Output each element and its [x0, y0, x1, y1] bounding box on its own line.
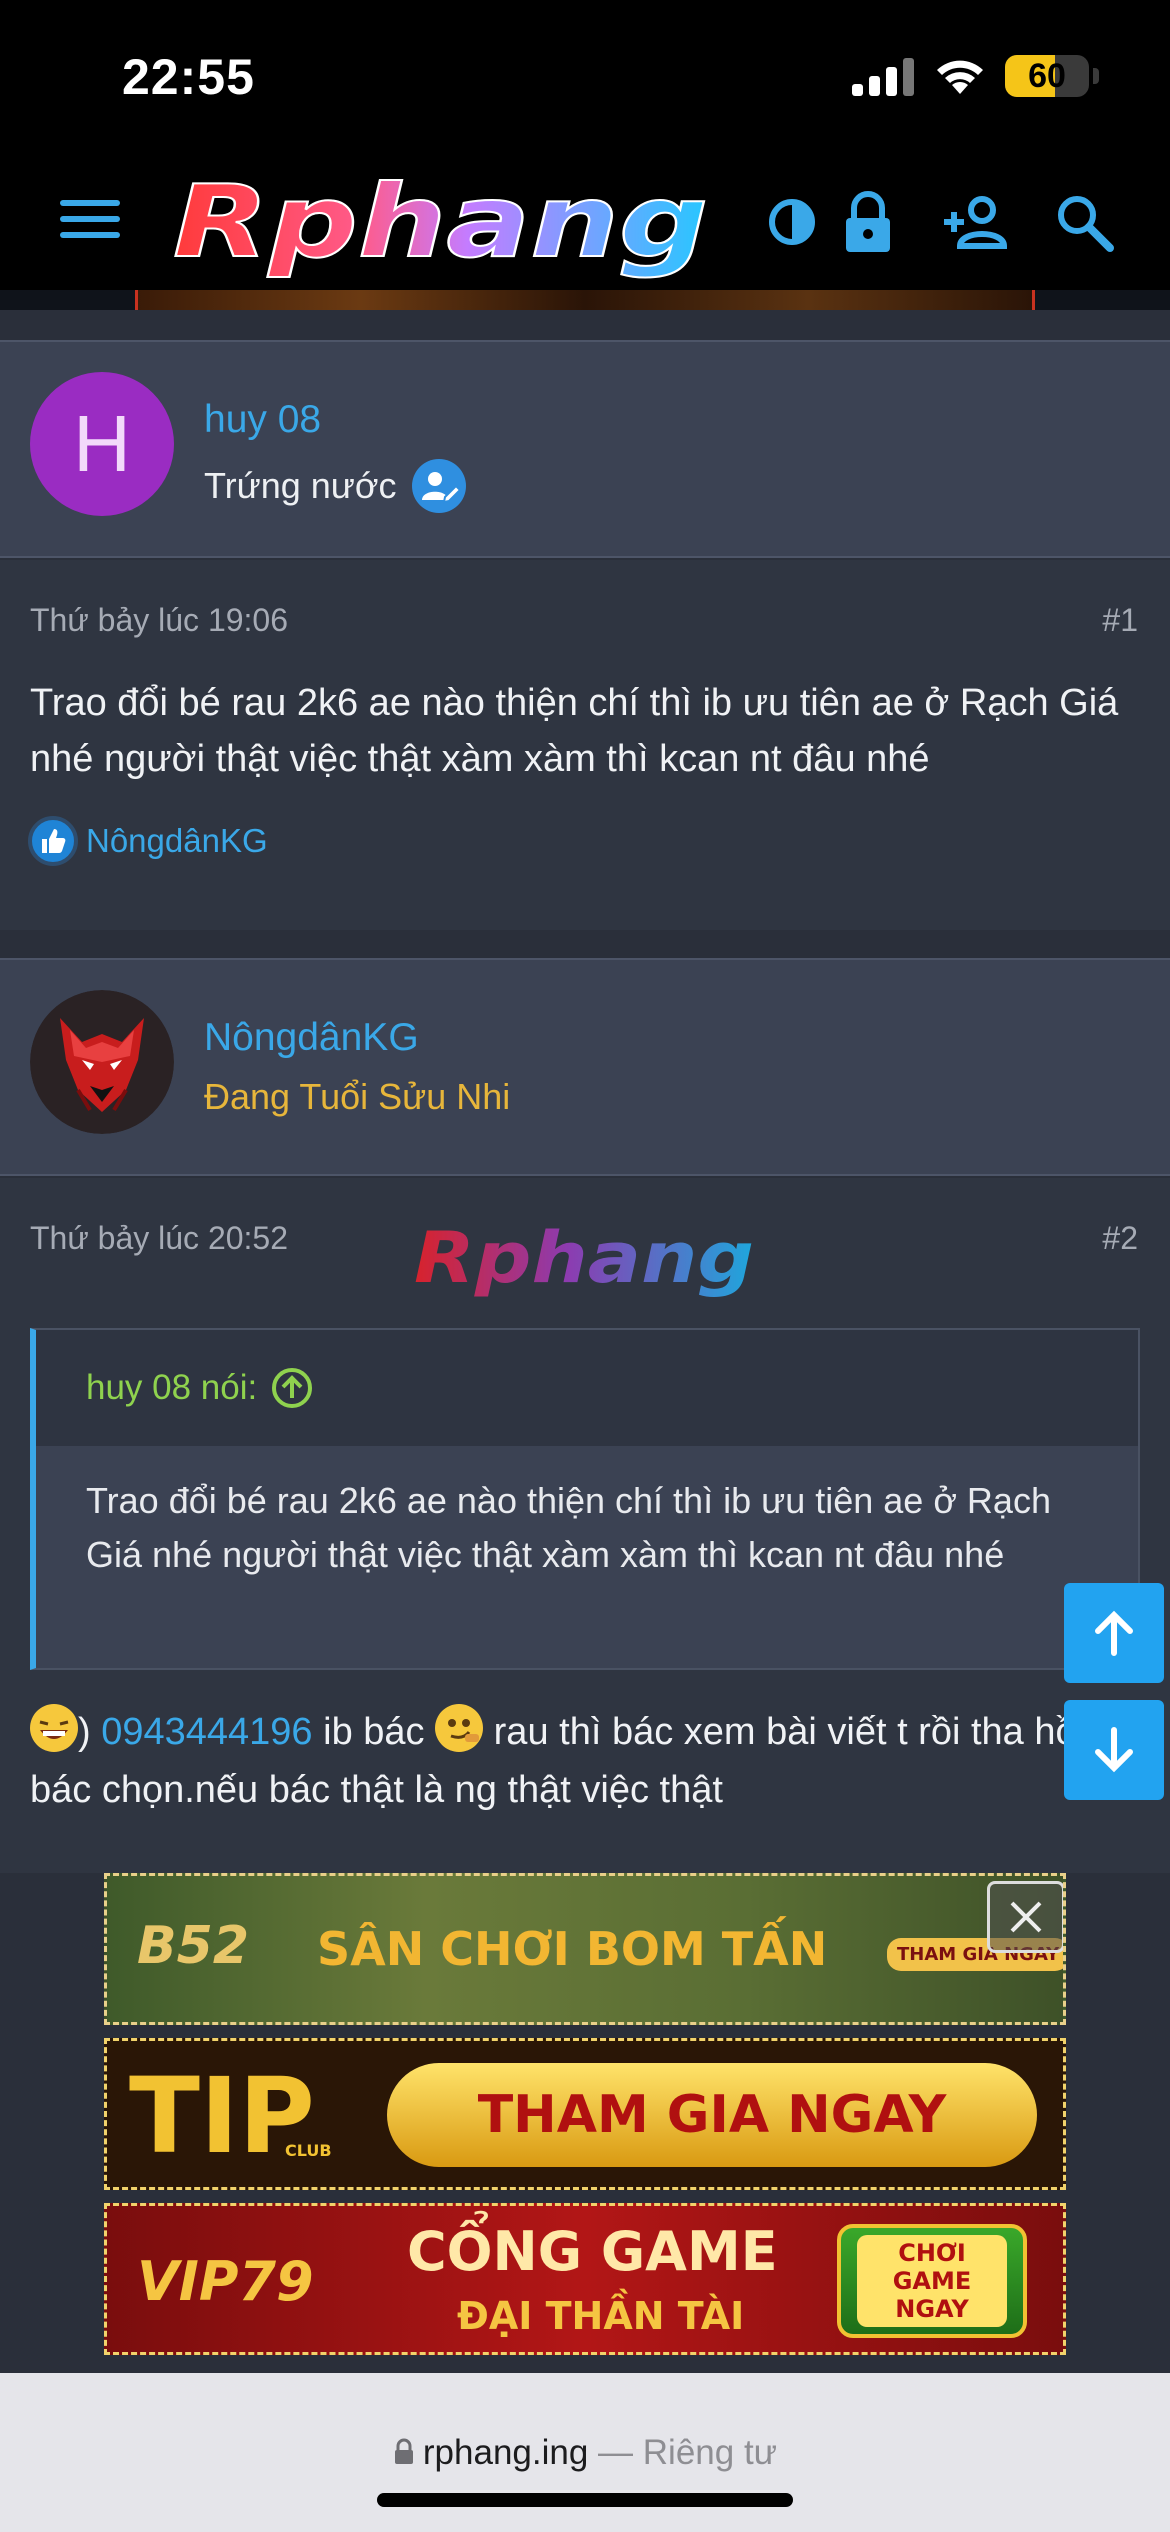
reaction-bar[interactable]: NôngdânKG: [28, 816, 268, 866]
battery-icon: 60: [1005, 55, 1089, 97]
user-title: Đang Tuổi Sửu Nhi: [204, 1076, 511, 1117]
like-icon: [28, 816, 78, 866]
arrow-up-icon: [1095, 1610, 1133, 1656]
post-user-card: NôngdânKG Đang Tuổi Sửu Nhi: [0, 958, 1170, 1176]
scroll-bottom-button[interactable]: [1064, 1700, 1164, 1800]
home-indicator[interactable]: [377, 2493, 793, 2507]
browser-address-bar[interactable]: rphang.ing — Riêng tư: [0, 2373, 1170, 2532]
post-author[interactable]: NôngdânKG: [204, 1016, 419, 1060]
quote-header[interactable]: huy 08 nói:: [36, 1330, 1138, 1446]
post-number[interactable]: #1: [1102, 602, 1138, 639]
phone-link[interactable]: 0943444196: [101, 1711, 312, 1753]
ad-banner-b52[interactable]: B52 SÂN CHƠI BOM TẤN THAM GIA NGAY: [104, 1873, 1066, 2025]
ad-area: B52 SÂN CHƠI BOM TẤN THAM GIA NGAY TIP C…: [0, 1873, 1170, 2373]
lock-small-icon: [394, 2438, 413, 2464]
user-title: Trứng nước: [204, 465, 397, 506]
site-header: Rphang: [0, 150, 1170, 290]
privacy-label: — Riêng tư: [598, 2433, 778, 2472]
svg-text:Rphang: Rphang: [173, 168, 708, 280]
status-bar: 22:55 60: [0, 0, 1170, 150]
search-icon[interactable]: [1048, 186, 1120, 258]
post-text: Trao đổi bé rau 2k6 ae nào thiện chí thì…: [30, 682, 1119, 780]
laughing-emoji-icon: [30, 1704, 78, 1752]
url-domain: rphang.ing: [422, 2433, 589, 2472]
quote-text: Trao đổi bé rau 2k6 ae nào thiện chí thì…: [86, 1480, 1051, 1575]
wifi-icon: [937, 60, 983, 94]
url-display[interactable]: rphang.ing — Riêng tư: [0, 2433, 1170, 2473]
post-date[interactable]: Thứ bảy lúc 19:06: [30, 602, 288, 639]
post-date[interactable]: Thứ bảy lúc 20:52: [30, 1220, 288, 1257]
arrow-down-icon: [1095, 1727, 1133, 1773]
post-text: ) 0943444196 ib bác rau thì bác xem bài …: [30, 1703, 1140, 1819]
top-ad-strip: [0, 290, 1170, 310]
avatar[interactable]: H: [30, 372, 174, 516]
close-icon: [1010, 1901, 1042, 1933]
quote-author[interactable]: huy 08 nói:: [86, 1368, 257, 1408]
post-user-card: H huy 08 Trứng nước: [0, 340, 1170, 558]
ad-banner-vip79[interactable]: VIP79 CỔNG GAME ĐẠI THẦN TÀI CHƠI GAME N…: [104, 2203, 1066, 2355]
close-ad-button[interactable]: [987, 1881, 1063, 1953]
lock-icon[interactable]: [832, 186, 904, 258]
verified-user-icon: [411, 459, 466, 513]
thread-content: H huy 08 Trứng nước Thứ bảy lúc 19:06 #1…: [0, 310, 1170, 2373]
watermark-logo: Rphang: [414, 1217, 754, 1299]
scroll-top-button[interactable]: [1064, 1583, 1164, 1683]
ad-banner-tip[interactable]: TIP CLUB THAM GIA NGAY: [104, 2038, 1066, 2190]
menu-icon[interactable]: [60, 200, 120, 244]
post-author[interactable]: huy 08: [204, 398, 321, 442]
post-number[interactable]: #2: [1102, 1220, 1138, 1257]
cellular-signal-icon: [852, 58, 914, 96]
smirk-emoji-icon: [435, 1704, 484, 1752]
status-time: 22:55: [122, 49, 255, 105]
quote-block: huy 08 nói: Trao đổi bé rau 2k6 ae nào t…: [30, 1328, 1140, 1670]
site-logo[interactable]: Rphang: [165, 168, 720, 280]
register-icon[interactable]: [940, 186, 1012, 258]
reaction-user[interactable]: NôngdânKG: [86, 822, 268, 860]
theme-toggle-icon[interactable]: [756, 186, 828, 258]
jump-to-quote-icon[interactable]: [271, 1367, 313, 1409]
svg-text:Rphang: Rphang: [414, 1217, 754, 1299]
battery-percent: 60: [1028, 57, 1066, 95]
avatar[interactable]: [30, 990, 174, 1134]
user-title-row: Trứng nước: [204, 458, 467, 514]
